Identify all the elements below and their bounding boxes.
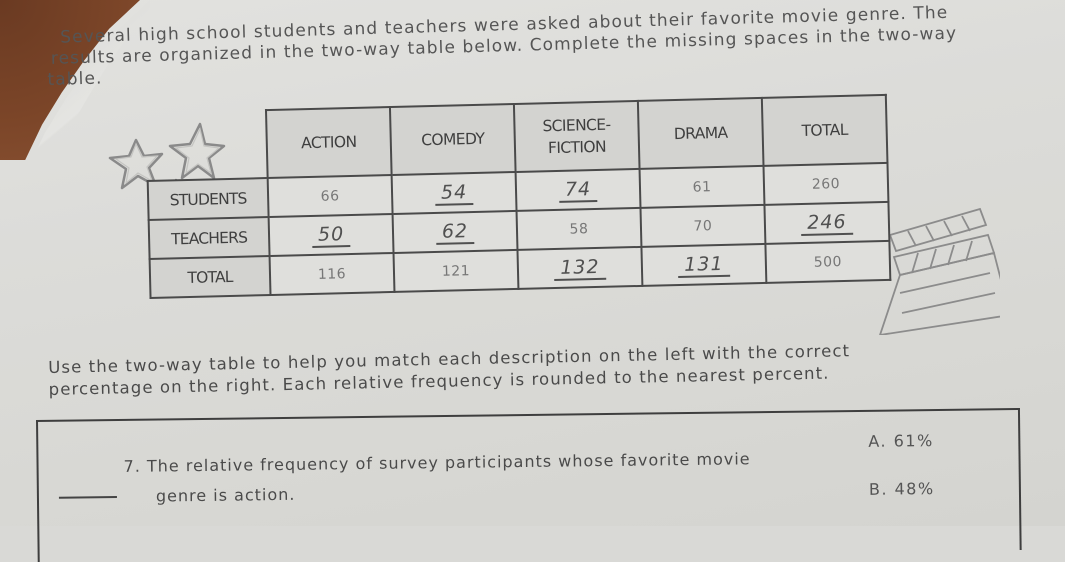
row-header-students: STUDENTS xyxy=(147,178,269,220)
cell-teachers-drama: 70 xyxy=(640,204,766,247)
cell-teachers-total[interactable]: 246 xyxy=(764,201,890,244)
question-text-line-2: genre is action. xyxy=(155,484,296,506)
choice-letter: B. xyxy=(868,479,889,499)
cell-value: 116 xyxy=(317,265,347,283)
cell-total-comedy: 121 xyxy=(393,249,519,292)
handwritten-answer[interactable]: 50 xyxy=(311,222,351,248)
cell-value: 260 xyxy=(811,175,841,193)
cell-students-drama: 61 xyxy=(639,165,765,208)
handwritten-answer[interactable]: 246 xyxy=(800,210,853,236)
answer-choices: A. 61% B. 48% xyxy=(868,431,935,528)
col-header-comedy: COMEDY xyxy=(389,103,516,175)
choice-b[interactable]: B. 48% xyxy=(869,479,935,500)
col-header-total: TOTAL xyxy=(761,94,888,166)
table-corner xyxy=(146,110,268,181)
choice-a[interactable]: A. 61% xyxy=(868,431,934,452)
choice-value: 61% xyxy=(893,431,934,451)
handwritten-answer[interactable]: 131 xyxy=(677,252,730,278)
cell-teachers-action[interactable]: 50 xyxy=(268,213,394,256)
cell-total-drama[interactable]: 131 xyxy=(641,243,767,286)
choice-letter: A. xyxy=(868,431,888,451)
col-header-science-fiction-line-1: SCIENCE- xyxy=(542,115,611,136)
col-header-drama: DRAMA xyxy=(637,97,764,169)
cell-total-science-fiction[interactable]: 132 xyxy=(517,246,643,289)
col-header-science-fiction-line-2: FICTION xyxy=(547,137,607,158)
question-number: 7. xyxy=(123,456,141,476)
row-header-total: TOTAL xyxy=(149,255,271,298)
cell-total-total: 500 xyxy=(765,240,891,283)
cell-value: 61 xyxy=(692,178,712,196)
cell-value: 121 xyxy=(441,262,471,280)
cell-value: 58 xyxy=(569,220,589,238)
handwritten-answer[interactable]: 62 xyxy=(435,219,475,245)
row-header-teachers: TEACHERS xyxy=(148,217,270,259)
question-text-line-1: The relative frequency of survey partici… xyxy=(146,449,751,476)
cell-students-total: 260 xyxy=(763,162,889,205)
cell-teachers-comedy[interactable]: 62 xyxy=(392,210,518,253)
cell-value: 70 xyxy=(693,217,713,235)
matching-section: 7. The relative frequency of survey part… xyxy=(36,407,1022,562)
cell-students-comedy[interactable]: 54 xyxy=(391,171,517,214)
cell-total-action: 116 xyxy=(269,252,395,295)
handwritten-answer[interactable]: 74 xyxy=(558,177,598,203)
handwritten-answer[interactable]: 54 xyxy=(434,180,474,206)
two-way-table: ACTION COMEDY SCIENCE- FICTION DRAMA TOT… xyxy=(145,94,891,299)
cell-students-science-fiction[interactable]: 74 xyxy=(515,168,641,211)
handwritten-answer[interactable]: 132 xyxy=(554,255,606,281)
choice-value: 48% xyxy=(894,479,935,499)
col-header-action: ACTION xyxy=(265,107,392,179)
answer-blank[interactable] xyxy=(58,496,117,499)
cell-value: 66 xyxy=(320,187,340,205)
cell-teachers-science-fiction: 58 xyxy=(516,207,642,250)
col-header-science-fiction: SCIENCE- FICTION xyxy=(513,100,640,172)
cell-value: 500 xyxy=(813,253,843,271)
question-7: 7. The relative frequency of survey part… xyxy=(123,444,751,512)
cell-students-action: 66 xyxy=(267,174,393,218)
